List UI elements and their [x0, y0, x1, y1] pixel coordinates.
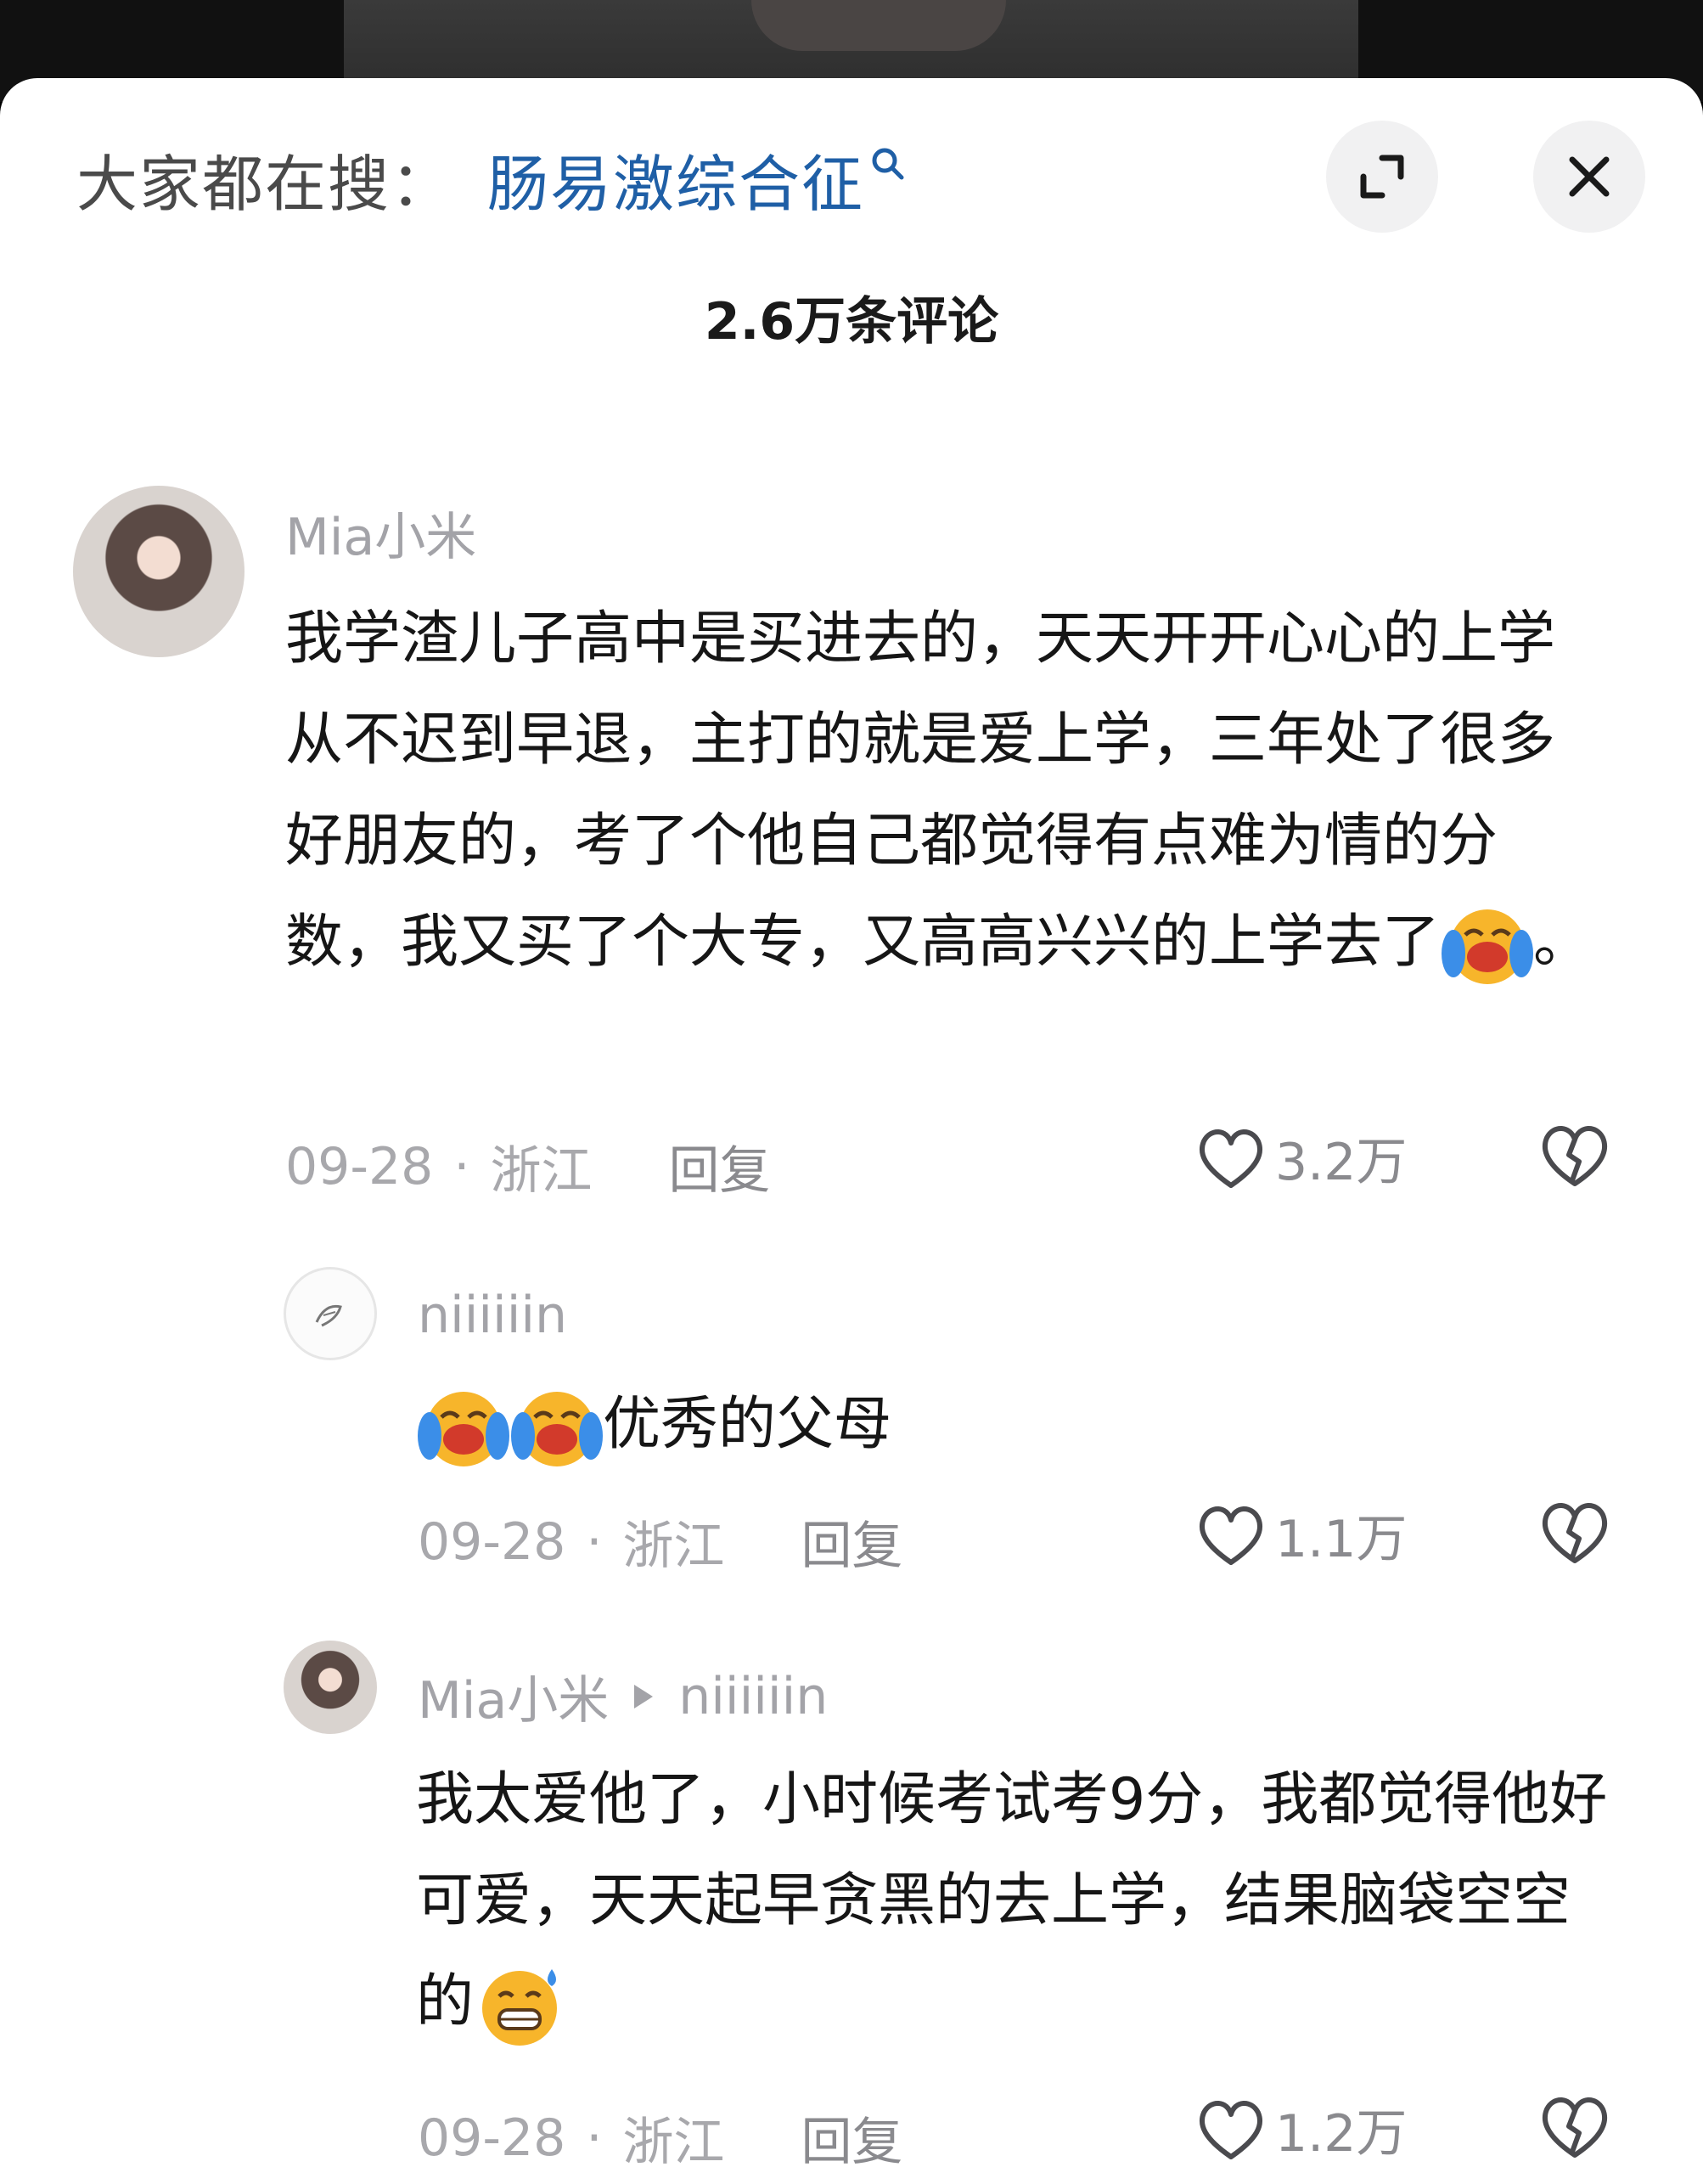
like-button[interactable]: 1.1万 — [1195, 1498, 1407, 1572]
like-count: 1.1万 — [1275, 1510, 1408, 1569]
reply-text: 我太爱他了，小时候考试考9分，我都觉得他好可爱，天天起早贪黑的去上学，结果脑袋空… — [416, 1749, 1622, 2052]
reply-username-line: Mia小米 niiiiiin — [418, 1659, 828, 1733]
reply-meta: 09-28 · 浙江 回复 — [418, 2101, 902, 2175]
avatar[interactable] — [284, 1267, 377, 1360]
separator: · — [586, 1511, 603, 1572]
search-suggestion[interactable]: 大家都在搜： 肠易激综合征 — [76, 136, 907, 221]
comment-username[interactable]: Mia小米 — [285, 496, 476, 570]
search-prefix: 大家都在搜： — [76, 148, 454, 220]
separator: · — [586, 2108, 603, 2168]
grinning-sweat-emoji — [482, 1969, 558, 2046]
comment-date: 09-28 — [285, 1136, 434, 1196]
comment-location: 浙江 — [490, 1141, 593, 1201]
heart-outline-icon — [1199, 1506, 1263, 1565]
comment-meta: 09-28 · 浙江 回复 — [285, 1129, 770, 1203]
reply-date: 09-28 — [418, 2108, 566, 2168]
reply-body: 我太爱他了，小时候考试考9分，我都觉得他好可爱，天天起早贪黑的去上学，结果脑袋空… — [416, 1766, 1608, 2035]
like-button[interactable]: 3.2万 — [1195, 1121, 1407, 1195]
separator: · — [453, 1136, 470, 1196]
avatar[interactable] — [73, 486, 244, 657]
comment-text: 我学渣儿子高中是买进去的，天天开开心心的上学从不迟到早退，主打的就是爱上学，三年… — [285, 588, 1610, 993]
broken-heart-icon[interactable] — [1538, 2092, 1611, 2162]
search-icon — [872, 148, 904, 180]
reply-username[interactable]: niiiiiin — [418, 1286, 567, 1345]
close-button[interactable] — [1533, 121, 1645, 233]
reply-text: 优秀的父母 — [416, 1374, 1605, 1475]
heart-outline-icon — [1199, 2100, 1263, 2159]
like-count: 1.2万 — [1275, 2104, 1408, 2164]
search-keyword-link[interactable]: 肠易激综合征 — [487, 134, 864, 223]
reply-date: 09-28 — [418, 1511, 566, 1572]
reply-button[interactable]: 回复 — [668, 1129, 770, 1203]
laughing-crying-emoji — [1442, 909, 1534, 985]
reply-meta: 09-28 · 浙江 回复 — [418, 1505, 902, 1579]
broken-heart-icon[interactable] — [1538, 1121, 1611, 1191]
reply-body: 优秀的父母 — [603, 1391, 892, 1458]
reply-button[interactable]: 回复 — [801, 1505, 902, 1579]
comment-count-title: 2.6万条评论 — [704, 292, 999, 352]
like-button[interactable]: 1.2万 — [1195, 2092, 1407, 2166]
comment-body: 我学渣儿子高中是买进去的，天天开开心心的上学从不迟到早退，主打的就是爱上学，三年… — [285, 605, 1556, 976]
expand-button[interactable] — [1326, 121, 1438, 233]
expand-icon — [1360, 155, 1404, 199]
avatar[interactable] — [284, 1641, 377, 1734]
reply-target[interactable]: niiiiiin — [678, 1667, 828, 1726]
play-arrow-icon — [634, 1684, 654, 1708]
laughing-crying-emoji — [418, 1392, 509, 1467]
reply-location: 浙江 — [622, 2113, 725, 2172]
broken-heart-icon[interactable] — [1538, 1498, 1611, 1568]
heart-outline-icon — [1199, 1129, 1263, 1188]
close-icon — [1569, 156, 1610, 197]
reply-button[interactable]: 回复 — [801, 2101, 902, 2175]
comment-suffix: 。 — [1533, 909, 1592, 976]
like-count: 3.2万 — [1275, 1133, 1408, 1192]
laughing-crying-emoji — [511, 1392, 603, 1467]
reply-username[interactable]: Mia小米 — [418, 1659, 609, 1733]
sketch-avatar-icon — [315, 1304, 342, 1327]
reply-location: 浙江 — [622, 1517, 725, 1576]
